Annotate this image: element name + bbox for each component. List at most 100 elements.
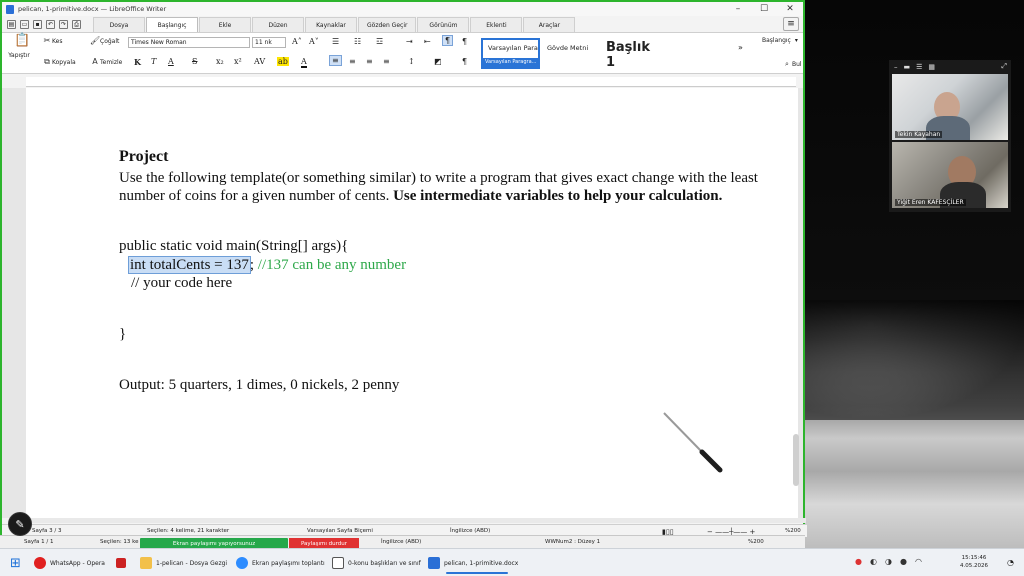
- cut-button[interactable]: ✂ Kes: [42, 36, 63, 46]
- more-styles-icon[interactable]: »: [738, 43, 743, 52]
- increase-indent-icon[interactable]: ⇥: [406, 37, 413, 46]
- notification-icon[interactable]: ◔: [1007, 558, 1014, 567]
- start-button[interactable]: ⊞: [10, 555, 21, 571]
- scissors-icon: ✂: [43, 36, 51, 45]
- font-color-icon[interactable]: A: [301, 57, 307, 68]
- taskbar-opera[interactable]: WhatsApp - Opera: [34, 555, 105, 571]
- zoom-level[interactable]: %200: [785, 528, 801, 534]
- outline-list-icon[interactable]: ☲: [376, 37, 383, 46]
- tab-gozden-gecir[interactable]: Gözden Geçir: [358, 17, 417, 32]
- tab-araclar[interactable]: Araçlar: [523, 17, 576, 32]
- project-heading: Project: [119, 148, 169, 165]
- clear-format-button[interactable]: A Temizle: [90, 57, 122, 67]
- paragraph-line1: Use the following template(or something …: [119, 170, 758, 186]
- windows-icon: ⊞: [10, 555, 21, 571]
- selection-count[interactable]: Seçilen: 4 kelime, 21 karakter: [147, 528, 229, 534]
- vertical-scrollbar[interactable]: [793, 434, 799, 486]
- view-list-icon[interactable]: ☰: [916, 63, 922, 71]
- style-body-text[interactable]: Gövde Metni: [541, 38, 595, 69]
- highlight-icon[interactable]: ab: [277, 57, 289, 66]
- italic-button[interactable]: T: [151, 57, 156, 66]
- language-status[interactable]: İngilizce (ABD): [450, 528, 490, 534]
- find-button[interactable]: ⌕ Bul: [782, 59, 802, 69]
- style-heading1[interactable]: Başlık 1: [596, 38, 664, 70]
- expand-icon[interactable]: ⤢: [1001, 62, 1007, 71]
- tab-ekle[interactable]: Ekle: [199, 17, 251, 32]
- tray-icon-2[interactable]: ◐: [870, 557, 877, 566]
- numbered-list-icon[interactable]: ☷: [354, 37, 361, 46]
- tab-duzen[interactable]: Düzen: [252, 17, 304, 32]
- tab-dosya[interactable]: Dosya: [93, 17, 145, 32]
- sharing-label: Ekran paylaşımı yapıyorsunuz: [172, 541, 256, 547]
- grow-font-icon[interactable]: A˄: [292, 37, 302, 46]
- align-center-icon[interactable]: ≡: [349, 57, 356, 66]
- wifi-icon[interactable]: ◠: [915, 557, 922, 566]
- align-left-icon[interactable]: ≡: [329, 55, 342, 66]
- formatting-marks-icon[interactable]: ¶: [442, 35, 454, 46]
- subscript-button[interactable]: x₂: [216, 57, 224, 66]
- line-spacing-icon[interactable]: ↕: [408, 57, 415, 66]
- char-spacing-icon[interactable]: AV: [254, 57, 265, 66]
- pencil-icon[interactable]: ✎: [8, 512, 32, 536]
- horizontal-scrollbar[interactable]: [26, 518, 806, 523]
- participant-video-1[interactable]: Tekin Kayahan: [892, 74, 1008, 140]
- taskbar-writer[interactable]: pelican, 1-primitive.docx: [428, 555, 518, 574]
- tab-eklenti[interactable]: Eklenti: [470, 17, 523, 32]
- shrink-font-icon[interactable]: A˅: [309, 37, 319, 46]
- tab-kaynaklar[interactable]: Kaynaklar: [305, 17, 357, 32]
- tab-gorunum[interactable]: Görünüm: [417, 17, 470, 32]
- font-name-select[interactable]: Times New Roman: [128, 37, 250, 48]
- font-size-select[interactable]: 11 nk: [252, 37, 286, 48]
- tray-icon-4[interactable]: ●: [900, 557, 907, 566]
- bullet-list-icon[interactable]: ☰: [332, 37, 339, 46]
- document-area: Project Use the following template(or so…: [2, 88, 803, 518]
- superscript-button[interactable]: x²: [234, 57, 242, 66]
- document-page[interactable]: Project Use the following template(or so…: [26, 88, 798, 518]
- zoom-icon: [236, 557, 248, 569]
- style-default-paragraph[interactable]: Varsayılan Para Varsayılan Paragra...: [481, 38, 540, 69]
- strikethrough-button[interactable]: S: [192, 57, 197, 66]
- clear-label: Temizle: [100, 58, 123, 66]
- undo-icon[interactable]: ↶: [46, 20, 55, 29]
- pilcrow-icon[interactable]: ¶: [462, 37, 467, 46]
- start-dropdown[interactable]: Başlangıç ▾: [762, 37, 798, 44]
- find-label: Bul: [792, 60, 802, 68]
- bold-button[interactable]: K: [134, 57, 141, 67]
- taskbar-zoom[interactable]: Ekran paylaşımı toplantı: [236, 555, 325, 571]
- redo-icon[interactable]: ↷: [59, 20, 68, 29]
- paragraph-dialog-icon[interactable]: ¶: [462, 57, 467, 66]
- save-icon[interactable]: ▪: [33, 20, 42, 29]
- gallery-icon[interactable]: ▦: [928, 63, 935, 71]
- page-count[interactable]: Sayfa 3 / 3: [32, 528, 62, 534]
- justify-icon[interactable]: ≡: [383, 57, 390, 66]
- copy-button[interactable]: ⧉ Kopyala: [42, 57, 76, 67]
- participant-video-2[interactable]: Yiğit Eren KAFESÇİLER: [892, 142, 1008, 208]
- minimize-button[interactable]: –: [725, 4, 751, 14]
- taskbar-app[interactable]: [116, 555, 130, 571]
- maximize-button[interactable]: ☐: [751, 4, 777, 14]
- clone-button[interactable]: 🖌 Çoğalt: [90, 36, 119, 46]
- decrease-indent-icon[interactable]: ⇤: [424, 37, 431, 46]
- tray-icon-3[interactable]: ◑: [885, 557, 892, 566]
- hide-video-icon[interactable]: ▬: [904, 63, 911, 71]
- minimize-icon[interactable]: –: [894, 63, 898, 71]
- close-button[interactable]: ✕: [777, 4, 803, 14]
- page-style[interactable]: Varsayılan Sayfa Biçemi: [307, 528, 373, 534]
- open-icon[interactable]: ▭: [20, 20, 29, 29]
- underline-button[interactable]: A: [168, 57, 174, 66]
- print-icon[interactable]: ⎙: [72, 20, 81, 29]
- ruler[interactable]: [26, 77, 796, 87]
- background-color-icon[interactable]: ◩: [434, 57, 442, 66]
- taskbar-explorer[interactable]: 1-pelican - Dosya Gezgi: [140, 555, 227, 571]
- paste-button[interactable]: 📋 Yapıştır: [8, 34, 30, 59]
- clock[interactable]: 15:15:46 4.05.2026: [960, 554, 988, 570]
- tab-baslangic[interactable]: Başlangıç: [146, 17, 198, 32]
- taskbar-document[interactable]: 0-konu başlıkları ve sınıf: [332, 555, 421, 571]
- clock-date: 4.05.2026: [960, 563, 988, 569]
- align-right-icon[interactable]: ≡: [366, 57, 373, 66]
- new-document-icon[interactable]: ▤: [7, 20, 16, 29]
- title-bar: pelican, 1-primitive.docx — LibreOffice …: [2, 2, 803, 16]
- menu-icon[interactable]: ≡: [783, 17, 799, 31]
- zoom-label: Ekran paylaşımı toplantı: [252, 559, 325, 567]
- tray-app-icon[interactable]: ●: [855, 557, 862, 566]
